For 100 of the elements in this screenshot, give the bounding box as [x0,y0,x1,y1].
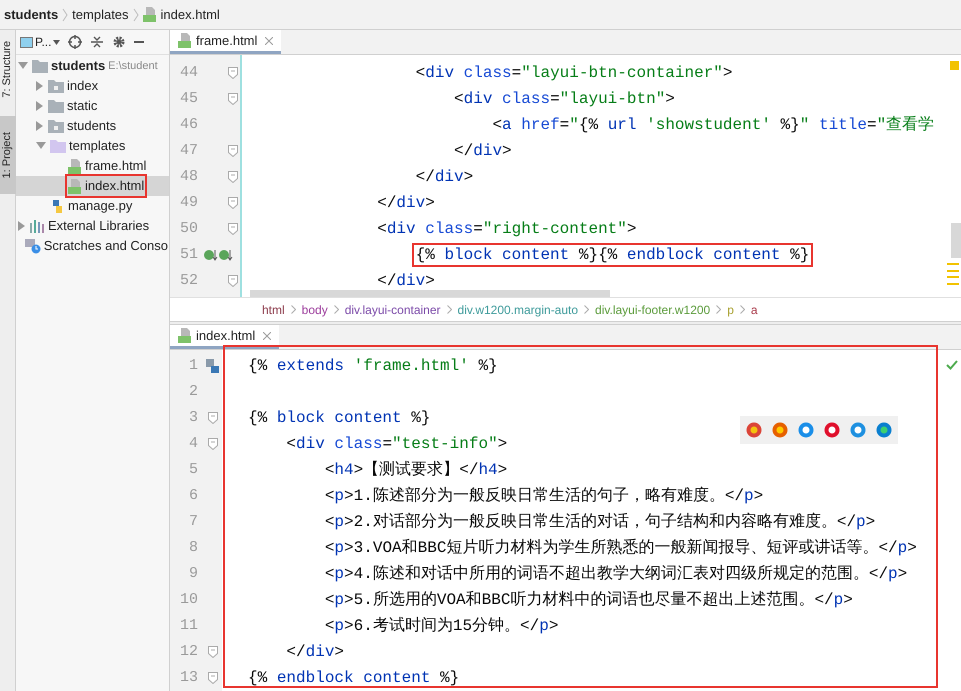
line-number: 12 [178,642,198,662]
settings-icon[interactable] [112,35,126,49]
caret-icon [53,40,60,44]
file-tab[interactable]: index.html [170,325,280,349]
collapsed-arrow-icon[interactable] [36,121,44,131]
breadcrumb-tag[interactable]: html [262,300,285,318]
fold-marker-icon[interactable] [208,672,218,684]
implements-markers-icon[interactable] [204,248,234,262]
code-line: <p>1.陈述部分为一般反映日常生活的句子，略有难度。</p> [324,486,764,507]
line-number: 6 [188,486,198,506]
close-icon[interactable] [265,36,274,44]
tree-item[interactable]: static [47,96,98,116]
target-icon[interactable] [68,35,82,49]
tree-item[interactable]: manage.py [49,196,134,216]
view-dropdown[interactable]: P... [20,33,60,51]
code-line: {% extends 'frame.html' %} [247,356,499,377]
tree-item[interactable]: students E:\student [31,56,159,76]
file-tab[interactable]: frame.html [170,30,282,54]
line-number: 51 [178,244,198,265]
breadcrumb-tag[interactable]: body [302,300,328,318]
minimize-icon[interactable] [134,41,144,43]
line-number: 48 [178,166,198,187]
tree-item[interactable]: External Libraries [29,216,150,236]
code-line: <h4>【测试要求】</h4> [324,460,508,481]
code-line: {% endblock content %} [247,668,460,689]
code-line: <div class="test-info"> [285,434,508,455]
fold-marker-icon[interactable] [228,223,238,235]
html-file-icon [68,178,82,194]
chevron-icon [584,305,590,314]
html-file-icon [178,328,192,343]
fold-marker-icon[interactable] [228,93,238,105]
tree-item[interactable]: index [47,76,100,96]
breadcrumb-item[interactable]: index.html [142,4,220,24]
folder-icon [50,140,66,152]
code-line: </div> [285,642,346,663]
code-line: <p>2.对话部分为一般反映日常生活的对话，句子结构和内容略有难度。</p> [324,512,876,533]
side-tab[interactable]: 7: Structure [0,40,16,98]
chevron-icon [740,305,745,314]
warning-indicator-icon [950,61,959,70]
tree-item[interactable]: Scratches and Conso [24,236,169,256]
python-file-icon [204,358,220,374]
folder-icon [48,100,64,112]
fold-marker-icon[interactable] [208,438,218,450]
libraries-icon [30,220,45,232]
line-number: 44 [178,62,198,83]
code-line: <p>6.考试时间为15分钟。</p> [324,616,560,637]
html-file-icon [68,158,82,174]
check-icon [946,360,958,370]
browser-icon[interactable] [772,422,788,438]
fold-marker-icon[interactable] [228,275,238,287]
browser-icon[interactable] [876,422,892,438]
code-line: </div> [453,141,513,162]
line-number: 8 [188,538,198,558]
line-number: 3 [188,408,198,428]
fold-marker-icon[interactable] [228,197,238,209]
line-number: 10 [178,590,198,610]
fold-marker-icon[interactable] [228,171,238,183]
browser-icon[interactable] [850,422,866,438]
module-folder-icon [48,80,64,92]
module-folder-icon [48,120,64,132]
vertical-scrollbar[interactable] [951,223,961,258]
line-number: 9 [188,564,198,584]
tree-item[interactable]: frame.html [67,156,148,176]
fold-marker-icon[interactable] [208,646,218,658]
code-line: {% block content %} [247,408,432,429]
collapse-icon[interactable] [90,35,104,49]
browser-icon[interactable] [824,422,840,438]
line-number: 4 [188,434,198,454]
chevron-icon [446,305,452,314]
collapsed-arrow-icon[interactable] [36,101,44,111]
scratches-icon [24,238,41,254]
line-number: 46 [178,114,198,135]
fold-marker-icon[interactable] [228,67,238,79]
collapsed-arrow-icon[interactable] [18,221,26,231]
horizontal-scrollbar[interactable] [250,290,610,297]
code-line: <div class="layui-btn"> [453,89,676,110]
line-number: 49 [178,192,198,213]
code-line: <div class="right-content"> [376,219,638,240]
breadcrumb-tag[interactable]: a [750,300,758,318]
tree-item[interactable]: students [47,116,118,136]
close-icon[interactable] [263,332,272,340]
chevron-icon [290,305,296,314]
expanded-arrow-icon[interactable] [36,142,46,150]
breadcrumb-tag[interactable]: div.layui-container [344,300,441,318]
line-number: 5 [188,460,198,480]
html-file-icon [142,7,157,22]
breadcrumb-item[interactable]: templates [72,4,129,24]
browser-icon[interactable] [798,422,814,438]
expanded-arrow-icon[interactable] [18,62,28,70]
html-file-icon [178,33,192,48]
code-line: </div> [376,271,436,292]
panel-icon [20,36,33,48]
folder-icon [32,60,48,72]
fold-marker-icon[interactable] [228,145,238,157]
collapsed-arrow-icon[interactable] [36,81,44,91]
code-line: </div> [376,193,436,214]
tree-item[interactable]: templates [49,136,126,156]
fold-marker-icon[interactable] [208,412,218,424]
browser-icon[interactable] [746,422,762,438]
breadcrumb-item[interactable]: students [4,4,58,24]
